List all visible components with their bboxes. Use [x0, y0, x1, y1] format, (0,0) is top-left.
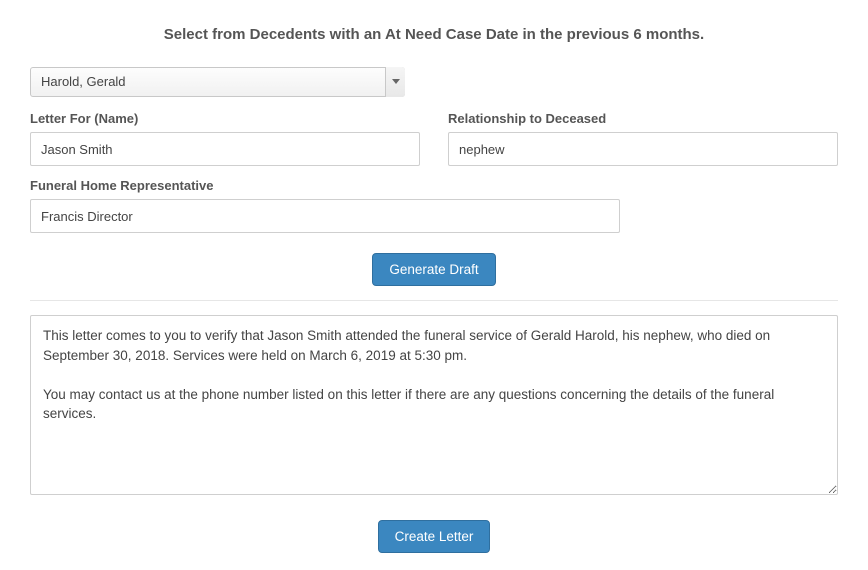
generate-draft-button[interactable]: Generate Draft [372, 253, 495, 286]
representative-input[interactable] [30, 199, 620, 233]
letter-for-label: Letter For (Name) [30, 111, 420, 126]
decedent-select-value: Harold, Gerald [30, 67, 405, 97]
create-letter-button[interactable]: Create Letter [378, 520, 491, 553]
relationship-label: Relationship to Deceased [448, 111, 838, 126]
letter-for-input[interactable] [30, 132, 420, 166]
letter-body-textarea[interactable] [30, 315, 838, 495]
representative-label: Funeral Home Representative [30, 178, 620, 193]
relationship-input[interactable] [448, 132, 838, 166]
section-divider [30, 300, 838, 301]
decedent-select[interactable]: Harold, Gerald [30, 67, 405, 97]
chevron-down-icon [385, 67, 405, 97]
page-heading: Select from Decedents with an At Need Ca… [30, 26, 838, 43]
